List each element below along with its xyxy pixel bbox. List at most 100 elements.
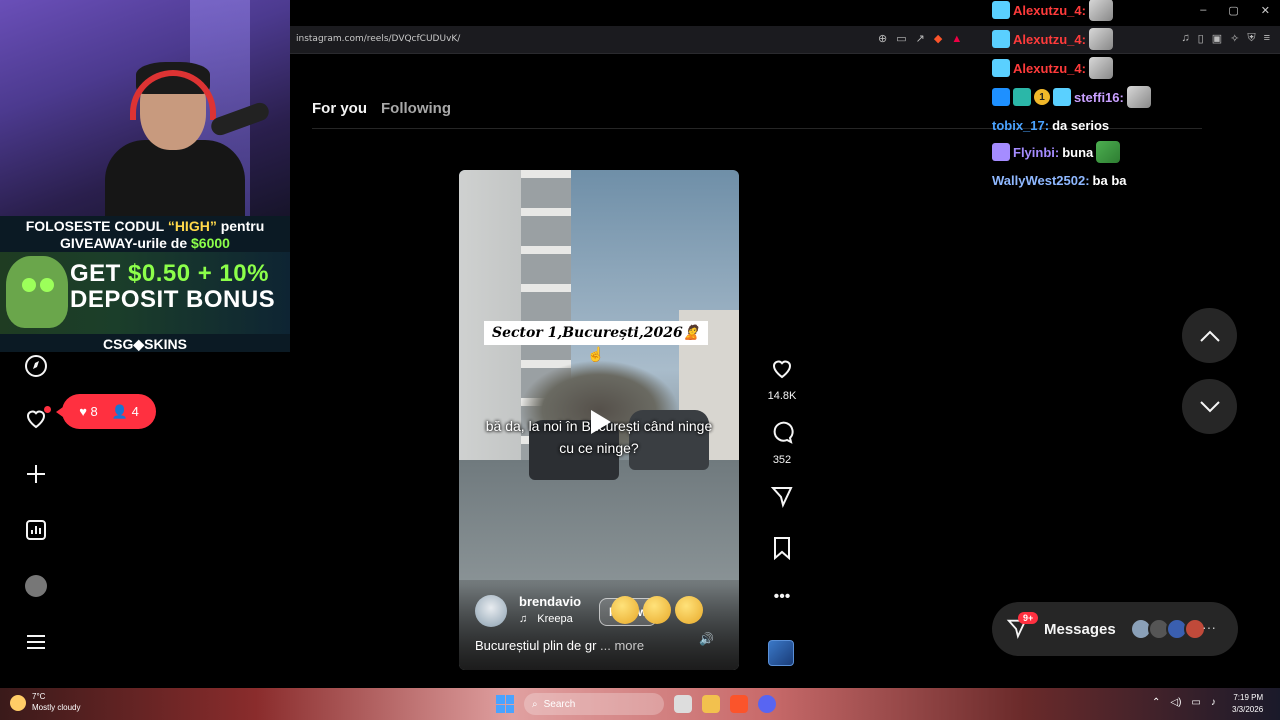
leo-icon[interactable]: ✧ [1230,32,1239,45]
badge-icon [1053,88,1071,106]
like-action[interactable]: 14.8K [766,356,798,402]
notification-popup[interactable]: ♥ 8 👤 4 [56,394,156,429]
more-menu-icon[interactable] [22,628,50,656]
reaction-emojis [611,596,703,624]
emote-icon [1096,141,1121,163]
emote-icon [1126,86,1151,108]
discord-icon[interactable] [758,695,776,713]
feed-tabs: For you Following [312,100,451,117]
next-reel-button[interactable] [1182,379,1237,434]
maximize-button[interactable]: ▢ [1228,4,1238,17]
chevron-up-icon[interactable]: ⌃ [1152,697,1160,708]
explore-icon[interactable] [22,352,50,380]
sidebar-icon[interactable]: ▯ [1198,32,1204,45]
badge-icon [992,1,1010,19]
profile-avatar[interactable] [22,572,50,600]
network-icon[interactable]: ▭ [1191,697,1200,708]
left-nav: ♥ 8 👤 4 [0,352,290,688]
comment-action[interactable]: 352 [766,420,798,466]
close-button[interactable]: ✕ [1261,4,1270,17]
badge-icon [992,59,1010,77]
follows-count: 👤 4 [111,403,139,419]
cast-icon[interactable]: ▭ [896,32,906,46]
reel-title-overlay: Sector 1,București,2026🙎 [484,321,709,345]
badge-icon [992,143,1010,161]
likes-count: ♥ 8 [79,404,98,419]
promo-code-line: FOLOSESTE CODUL “HIGH” pentru [25,218,265,234]
vpn-icon[interactable]: ⛨ [1247,32,1255,45]
window-controls: – ▢ ✕ [1200,4,1270,17]
more-link[interactable]: ... more [596,638,644,653]
heart-icon [766,356,798,386]
share-action[interactable] [766,484,798,514]
toolbar-icons: ⊕ ▭ ↗ ◆ ▲ [878,32,962,46]
menu-icon[interactable]: ≡ [1264,32,1270,45]
task-view-icon[interactable] [674,695,692,713]
emoji-icon [643,596,671,624]
author-avatar[interactable] [475,595,507,627]
taskbar-search[interactable]: ⌕ Search [524,693,664,715]
chat-message: WallyWest2502: ba ba [992,172,1127,188]
promo-giveaway-line: GIVEAWAY-urile de $6000 [60,235,230,251]
emoji-icon [675,596,703,624]
promo-headline-1: GET $0.50 + 10% [70,260,269,287]
tier-badge-icon: 1 [1034,89,1050,105]
windows-taskbar: 7°C Mostly cloudy ⌕ Search ⌃ ◁) ▭ ♪ 7:19 P… [0,688,1280,720]
speaker-icon[interactable]: ◁) [1170,697,1181,708]
messages-button[interactable]: 9+ Messages ··· [992,602,1238,656]
wallet-icon[interactable]: ▣ [1212,32,1222,45]
messages-badge: 9+ [1018,612,1039,624]
file-explorer-icon[interactable] [702,695,720,713]
messages-label: Messages [1044,621,1116,638]
save-action[interactable] [766,536,798,566]
music-info[interactable]: ♫ Kreepa [519,613,573,625]
streamer-body [105,140,245,216]
chat-message: Alexutzu_4: [992,56,1113,80]
audio-thumbnail[interactable] [768,640,794,666]
mouse-cursor-icon: ☝ [587,346,605,362]
brave-browser-icon[interactable] [730,695,748,713]
chat-message: tobix_17: da serios [992,117,1110,133]
create-icon[interactable] [22,460,50,488]
promo-headline-2: DEPOSIT BONUS [70,286,276,313]
address-bar[interactable]: instagram.com/reels/DVQcfCUDUvK/ [296,34,460,44]
mascot-image [6,256,68,328]
volume-icon[interactable]: 🔊 [699,632,714,646]
share-icon[interactable]: ↗ [916,32,925,46]
more-options-icon[interactable]: ••• [766,588,798,606]
extension-icons: ♫ ▯ ▣ ✧ ⛨ ≡ [1181,32,1270,45]
volume-icon[interactable]: ♪ [1211,697,1216,708]
weather-widget[interactable]: 7°C Mostly cloudy [10,691,80,713]
clock[interactable]: 7:19 PM 3/3/2026 [1232,692,1263,716]
browser-toolbar: instagram.com/reels/DVQcfCUDUvK/ ⊕ ▭ ↗ ◆… [290,26,1280,54]
emote-icon [1088,0,1113,21]
minimize-button[interactable]: – [1200,4,1206,17]
chat-message: Flyinbi: buna [992,140,1121,164]
notification-dot [44,406,51,413]
music-icon[interactable]: ♫ [1181,32,1189,45]
music-note-icon: ♫ [519,613,528,625]
webcam-overlay [0,0,290,216]
hammer-badge-icon [992,88,1010,106]
rewards-icon[interactable]: ▲ [951,32,962,46]
tab-for-you[interactable]: For you [312,100,367,117]
chat-message: Alexutzu_4: [992,0,1113,22]
zoom-icon[interactable]: ⊕ [878,32,887,46]
brave-shield-icon[interactable]: ◆ [934,32,942,46]
chat-message: 1 steffi16: [992,85,1151,109]
dashboard-icon[interactable] [22,516,50,544]
reel-video[interactable]: Sector 1,București,2026🙎 bă da, la noi î… [459,170,739,670]
comment-count: 352 [772,454,792,466]
play-icon[interactable] [591,410,611,434]
weather-icon [10,695,26,711]
messages-more: ··· [1202,619,1216,635]
windows-start-icon[interactable] [496,695,514,713]
author-name[interactable]: brendavio [519,594,581,609]
previous-reel-button[interactable] [1182,308,1237,363]
screen: For you Following instagram.com/reels/DV… [0,0,1280,720]
taskbar-apps: ⌕ Search [496,693,776,715]
emote-icon [1088,28,1113,50]
tab-following[interactable]: Following [381,100,451,117]
emoji-icon [611,596,639,624]
send-icon [766,484,798,514]
